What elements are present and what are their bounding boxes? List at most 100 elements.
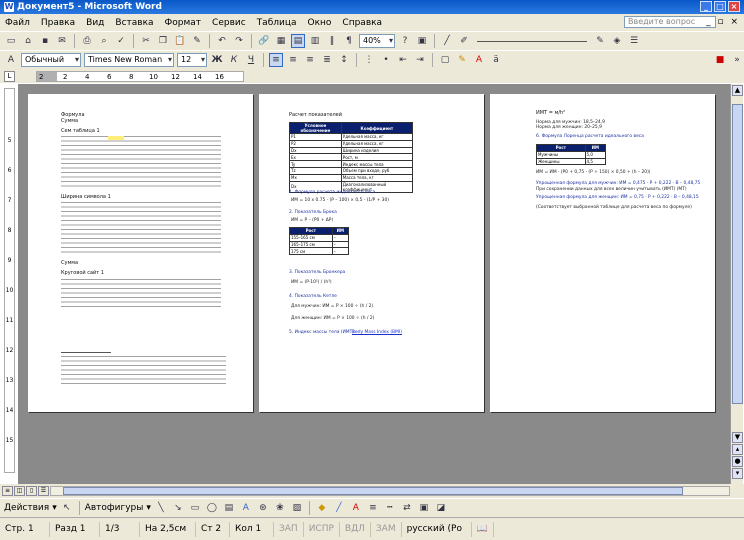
show-hide-icon[interactable]: ¶ xyxy=(342,34,356,48)
bold-button[interactable]: Ж xyxy=(210,53,224,67)
maximize-button[interactable]: □ xyxy=(714,1,726,12)
browse-object-icon[interactable]: ● xyxy=(732,456,743,467)
menu-tools[interactable]: Сервис xyxy=(211,17,247,29)
align-right-icon[interactable]: ≡ xyxy=(303,53,317,67)
phonetic-icon[interactable]: ä xyxy=(489,53,503,67)
border-color-icon[interactable]: ✎ xyxy=(593,34,607,48)
line-color-icon[interactable]: ╱ xyxy=(332,501,346,515)
numbering-icon[interactable]: ⋮ xyxy=(362,53,376,67)
next-page-icon[interactable]: ▾ xyxy=(732,468,743,479)
increase-indent-icon[interactable]: ⇥ xyxy=(413,53,427,67)
line-style-icon[interactable]: ≡ xyxy=(366,501,380,515)
insert-excel-icon[interactable]: ▥ xyxy=(308,34,322,48)
arrow-icon[interactable]: ↘ xyxy=(171,501,185,515)
scroll-down-icon[interactable]: ▼ xyxy=(732,432,743,443)
page-1[interactable]: Формула Сумма Сем таблица 1 Ширина симво… xyxy=(28,94,253,412)
3d-icon[interactable]: ◪ xyxy=(434,501,448,515)
document-window-controls[interactable]: _ ▫ × xyxy=(706,17,740,27)
outline-view-icon[interactable]: ☰ xyxy=(38,486,49,496)
tables-borders-icon[interactable]: ▦ xyxy=(274,34,288,48)
scroll-thumb[interactable] xyxy=(732,104,743,404)
print-icon[interactable]: ⎙ xyxy=(80,34,94,48)
rectangle-icon[interactable]: ▭ xyxy=(188,501,202,515)
menu-help[interactable]: Справка xyxy=(341,17,383,29)
save-icon[interactable]: ▪ xyxy=(38,34,52,48)
normal-view-icon[interactable]: ≡ xyxy=(2,486,13,496)
menu-insert[interactable]: Вставка xyxy=(114,17,154,29)
print-view-icon[interactable]: ▯ xyxy=(26,486,37,496)
vertical-ruler[interactable]: 5 6 7 8 9 10 11 12 13 14 15 xyxy=(4,88,15,473)
borders-icon[interactable]: ▢ xyxy=(438,53,452,67)
justify-icon[interactable]: ≣ xyxy=(320,53,334,67)
textbox-icon[interactable]: ▤ xyxy=(222,501,236,515)
toolbar-options-icon[interactable]: » xyxy=(730,53,744,67)
highlight-icon[interactable]: ✎ xyxy=(455,53,469,67)
fill-color-icon[interactable]: ◈ xyxy=(610,34,624,48)
styles-icon[interactable]: A xyxy=(4,53,18,67)
autoshapes-menu[interactable]: Автофигуры xyxy=(85,503,144,513)
spelling-icon[interactable]: ✓ xyxy=(114,34,128,48)
columns-icon[interactable]: ‖ xyxy=(325,34,339,48)
scroll-up-icon[interactable]: ▲ xyxy=(732,85,743,96)
status-trk[interactable]: ИСПР xyxy=(304,521,340,537)
hyperlink-icon[interactable]: 🔗 xyxy=(257,34,271,48)
format-painter-icon[interactable]: ✎ xyxy=(190,34,204,48)
status-ovr[interactable]: ЗАМ xyxy=(371,521,402,537)
bmi-link[interactable]: Body Mass Index (BMI) xyxy=(352,330,402,336)
horizontal-scrollbar[interactable] xyxy=(50,486,730,496)
font-size-select[interactable]: 12 xyxy=(177,53,207,67)
close-button[interactable]: × xyxy=(728,1,740,12)
underline-button[interactable]: Ч xyxy=(244,53,258,67)
prev-page-icon[interactable]: ▴ xyxy=(732,444,743,455)
web-view-icon[interactable]: ◫ xyxy=(14,486,25,496)
research-icon[interactable]: ■ xyxy=(713,53,727,67)
chevron-down-icon[interactable]: ▾ xyxy=(146,503,151,513)
actions-menu[interactable]: Действия xyxy=(4,503,49,513)
menu-file[interactable]: Файл xyxy=(4,17,31,29)
read-icon[interactable]: ▣ xyxy=(415,34,429,48)
draw-line-icon[interactable]: ╱ xyxy=(440,34,454,48)
clipart-icon[interactable]: ❀ xyxy=(273,501,287,515)
decrease-indent-icon[interactable]: ⇤ xyxy=(396,53,410,67)
oval-icon[interactable]: ◯ xyxy=(205,501,219,515)
spelling-status-icon[interactable]: 📖 xyxy=(472,521,494,537)
print-preview-icon[interactable]: ⌕ xyxy=(97,34,111,48)
font-select[interactable]: Times New Roman xyxy=(84,53,174,67)
paste-icon[interactable]: 📋 xyxy=(173,34,187,48)
redo-icon[interactable]: ↷ xyxy=(232,34,246,48)
menu-edit[interactable]: Правка xyxy=(40,17,76,29)
menu-window[interactable]: Окно xyxy=(307,17,333,29)
permission-icon[interactable]: ✉ xyxy=(55,34,69,48)
open-icon[interactable]: ⌂ xyxy=(21,34,35,48)
menu-format[interactable]: Формат xyxy=(164,17,203,29)
arrow-style-icon[interactable]: ⇄ xyxy=(400,501,414,515)
line-icon[interactable]: ╲ xyxy=(154,501,168,515)
line-style-preview[interactable] xyxy=(477,40,587,42)
font-color-icon[interactable]: A xyxy=(349,501,363,515)
italic-button[interactable]: К xyxy=(227,53,241,67)
line-spacing-icon[interactable]: ↕ xyxy=(337,53,351,67)
align-left-icon[interactable]: ≡ xyxy=(269,53,283,67)
page-2[interactable]: Расчет показателей Условное обозначение К… xyxy=(259,94,484,412)
bullets-icon[interactable]: • xyxy=(379,53,393,67)
select-objects-icon[interactable]: ↖ xyxy=(60,501,74,515)
cut-icon[interactable]: ✂ xyxy=(139,34,153,48)
font-color-icon[interactable]: A xyxy=(472,53,486,67)
shadow-icon[interactable]: ▣ xyxy=(417,501,431,515)
merge-cells-icon[interactable]: ☰ xyxy=(627,34,641,48)
insert-table-icon[interactable]: ▤ xyxy=(291,34,305,48)
help-icon[interactable]: ? xyxy=(398,34,412,48)
chevron-down-icon[interactable]: ▾ xyxy=(52,503,57,513)
tab-selector[interactable]: L xyxy=(4,71,15,82)
hscroll-thumb[interactable] xyxy=(63,487,683,495)
page-3[interactable]: ИМТ = м/h² Норма для мужчин: 18,5–24,9 Н… xyxy=(490,94,715,412)
new-document-icon[interactable]: ▭ xyxy=(4,34,18,48)
undo-icon[interactable]: ↶ xyxy=(215,34,229,48)
style-select[interactable]: Обычный xyxy=(21,53,81,67)
diagram-icon[interactable]: ⊛ xyxy=(256,501,270,515)
horizontal-ruler[interactable]: 2 2 4 6 8 10 12 14 16 xyxy=(36,71,244,82)
status-ext[interactable]: ВДЛ xyxy=(340,521,371,537)
minimize-button[interactable]: _ xyxy=(700,1,712,12)
dash-style-icon[interactable]: ┅ xyxy=(383,501,397,515)
picture-icon[interactable]: ▨ xyxy=(290,501,304,515)
